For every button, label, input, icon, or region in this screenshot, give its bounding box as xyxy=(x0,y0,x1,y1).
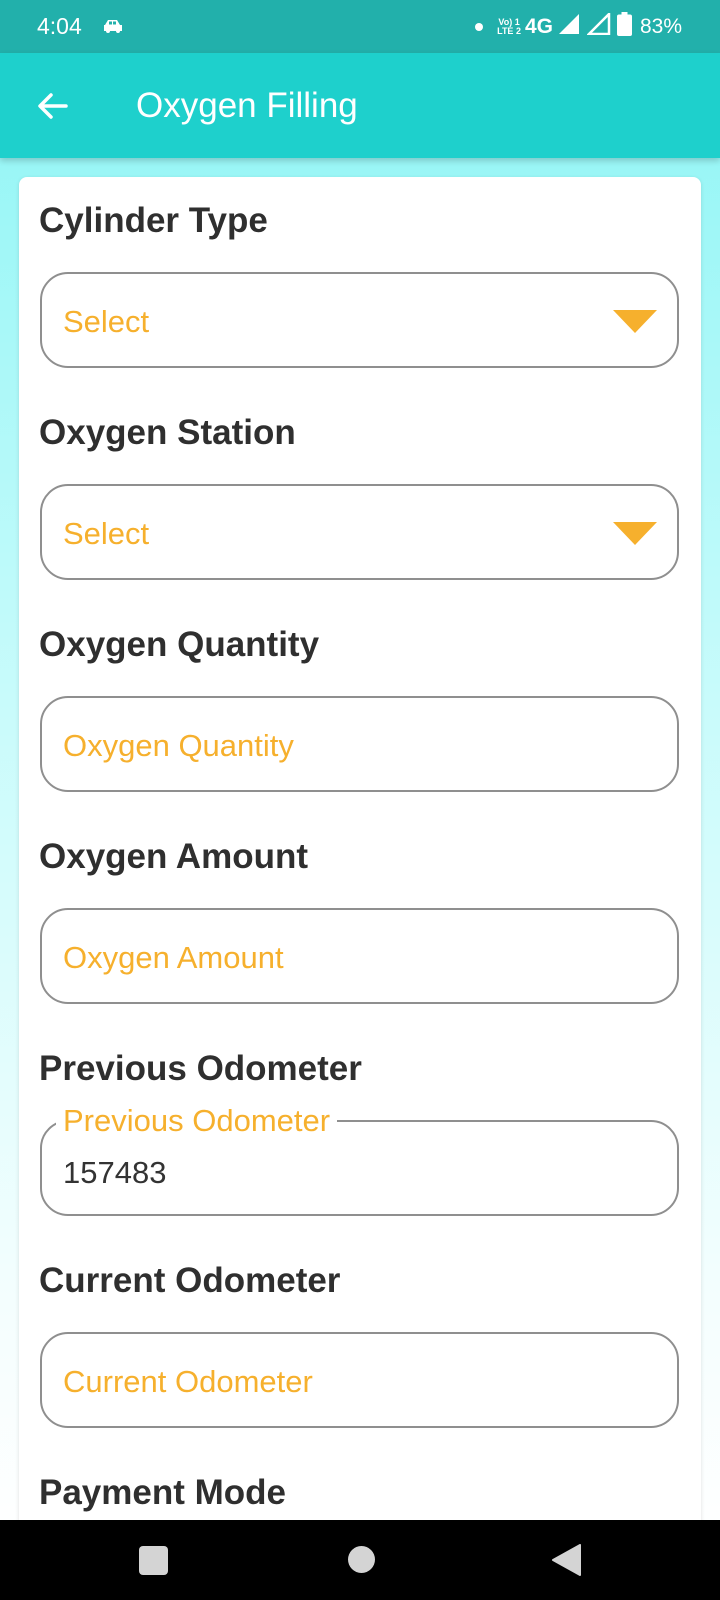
battery-percent: 83% xyxy=(639,14,682,38)
oxygen-station-selected: Select xyxy=(63,516,150,551)
cylinder-type-selected: Select xyxy=(63,304,150,339)
oxygen-amount-placeholder: Oxygen Amount xyxy=(63,940,284,975)
signal-icon xyxy=(585,10,611,40)
page-title: Oxygen Filling xyxy=(136,86,358,125)
oxygen-quantity-input[interactable]: Oxygen Quantity xyxy=(40,696,679,792)
arrow-left-icon[interactable] xyxy=(34,86,70,126)
dropdown-arrow-icon xyxy=(613,522,657,545)
current-odometer-input[interactable]: Current Odometer xyxy=(40,1332,679,1428)
current-odometer-label: Current Odometer xyxy=(39,1261,341,1300)
previous-odometer-hint: Previous Odometer xyxy=(56,1105,338,1137)
oxygen-station-dropdown[interactable]: Select xyxy=(40,484,679,580)
oxygen-quantity-label: Oxygen Quantity xyxy=(39,625,320,664)
previous-odometer-input[interactable]: Previous Odometer 157483 xyxy=(40,1105,679,1216)
previous-odometer-value: 157483 xyxy=(63,1155,167,1190)
status-bar: 4:04 Vo) 1 LTE 2 4G 83% xyxy=(0,0,720,53)
volte-line2: LTE 2 xyxy=(497,25,521,36)
payment-mode-label: Payment Mode xyxy=(39,1473,286,1512)
oxygen-quantity-placeholder: Oxygen Quantity xyxy=(63,728,294,763)
cylinder-type-dropdown[interactable]: Select xyxy=(40,272,679,368)
network-type: 4G xyxy=(524,14,553,38)
oxygen-amount-input[interactable]: Oxygen Amount xyxy=(40,908,679,1004)
back-icon[interactable] xyxy=(551,1544,581,1581)
home-icon[interactable] xyxy=(348,1546,375,1573)
car-icon xyxy=(102,17,124,40)
dropdown-arrow-icon xyxy=(613,310,657,333)
previous-odometer-label: Previous Odometer xyxy=(39,1049,362,1088)
oxygen-station-label: Oxygen Station xyxy=(39,413,296,452)
volte-icon: Vo) 1 LTE 2 xyxy=(497,17,521,36)
battery-icon xyxy=(616,12,632,41)
oxygen-amount-label: Oxygen Amount xyxy=(39,837,308,876)
notification-dot-icon xyxy=(475,22,484,31)
current-odometer-placeholder: Current Odometer xyxy=(63,1364,313,1399)
status-icons: Vo) 1 LTE 2 4G 83% xyxy=(475,10,682,41)
cylinder-type-label: Cylinder Type xyxy=(39,201,268,240)
recents-icon[interactable] xyxy=(139,1546,168,1575)
signal-icon xyxy=(557,13,581,40)
app-bar xyxy=(0,53,720,158)
status-time: 4:04 xyxy=(37,13,82,39)
